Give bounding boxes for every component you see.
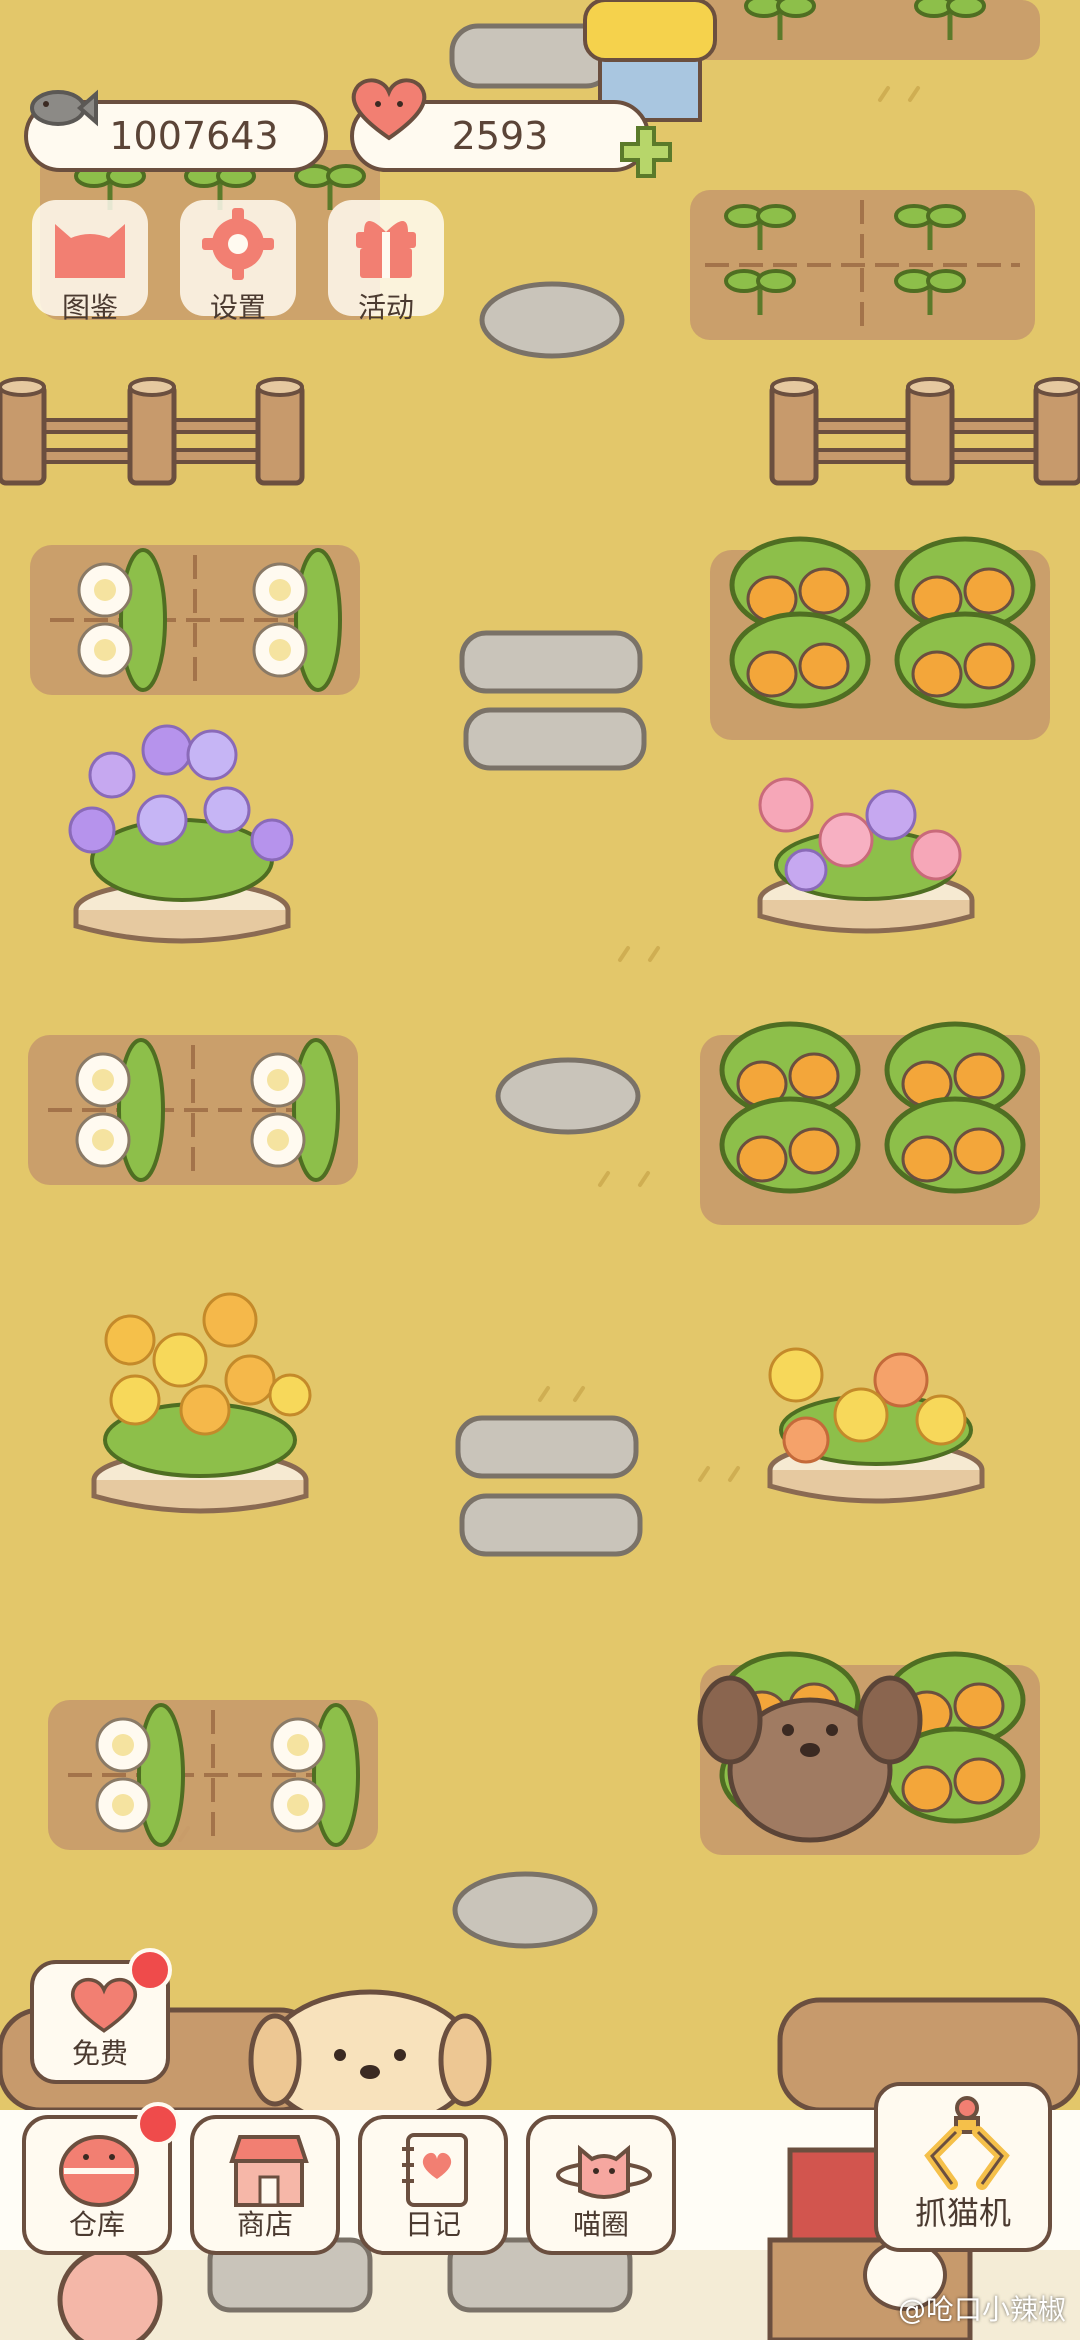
cat-circle-label: 喵圈 — [572, 2208, 629, 2241]
watermark-text: @呛口小辣椒 — [897, 2293, 1066, 2326]
diary-icon — [402, 2133, 468, 2207]
diary-button[interactable]: 日记 — [358, 2115, 508, 2255]
basket-icon — [59, 2135, 139, 2207]
collection-button[interactable]: 图鉴 — [32, 200, 148, 324]
cat-planet-icon — [556, 2144, 652, 2199]
claw-machine-button[interactable]: 抓猫机 — [874, 2082, 1052, 2252]
claw-icon — [924, 2096, 1010, 2190]
cat-face-icon — [55, 224, 125, 278]
fish-count: 1007643 — [109, 114, 279, 158]
claw-machine-label: 抓猫机 — [914, 2194, 1011, 2232]
fish-icon — [30, 89, 98, 127]
warehouse-label: 仓库 — [68, 2208, 125, 2241]
diary-label: 日记 — [404, 2208, 461, 2241]
settings-label: 设置 — [209, 291, 266, 324]
plus-icon — [620, 126, 672, 178]
events-button[interactable]: 活动 — [328, 200, 444, 324]
add-hearts-button[interactable] — [618, 124, 674, 180]
shop-button[interactable]: 商店 — [190, 2115, 340, 2255]
gear-icon — [202, 208, 274, 280]
settings-button[interactable]: 设置 — [180, 200, 296, 324]
heart-icon — [351, 78, 427, 141]
heart-count: 2593 — [451, 114, 549, 158]
cat-circle-button[interactable]: 喵圈 — [526, 2115, 676, 2255]
shop-label: 商店 — [236, 2208, 293, 2241]
free-notification-badge — [128, 1948, 172, 1992]
free-label: 免费 — [71, 2037, 128, 2070]
collection-label: 图鉴 — [61, 291, 118, 324]
shop-icon — [229, 2135, 309, 2207]
gift-icon — [356, 221, 416, 278]
warehouse-notification-badge — [136, 2102, 180, 2146]
events-label: 活动 — [357, 291, 414, 324]
